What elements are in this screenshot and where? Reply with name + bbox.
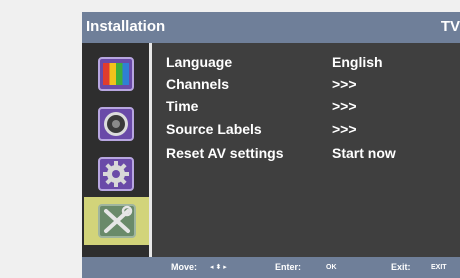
menu-item-value: English (332, 54, 383, 70)
menu-item-label: Channels (166, 76, 230, 92)
menu-item-label: Reset AV settings (166, 145, 284, 161)
menu-item-value: >>> (332, 121, 357, 137)
title-bar: Installation TV (82, 12, 460, 43)
menu-item-label: Language (166, 54, 233, 70)
enter-key-hint: OK (326, 264, 337, 271)
key-hint-bar: Move: ◂ ⬍ ▸ Enter: OK Exit: EXIT (82, 257, 460, 278)
category-sidebar (82, 43, 149, 257)
enter-hint-label: Enter: (275, 262, 302, 272)
sidebar-item-settings[interactable] (95, 155, 136, 192)
menu-item-source-labels[interactable]: Source Labels >>> (166, 118, 456, 140)
installation-tools-icon (97, 204, 136, 238)
sound-icon (97, 106, 134, 141)
source-indicator: TV (440, 18, 460, 35)
move-keys-hint: ◂ ⬍ ▸ (210, 264, 227, 271)
menu-item-label: Time (166, 98, 199, 114)
picture-icon (97, 56, 134, 91)
menu-item-language[interactable]: Language English (166, 51, 456, 73)
sidebar-item-sound[interactable] (95, 105, 136, 142)
menu-item-value: Start now (332, 145, 396, 161)
menu-item-value: >>> (332, 76, 357, 92)
exit-hint-label: Exit: (391, 262, 411, 272)
menu-item-value: >>> (332, 98, 357, 114)
menu-item-time[interactable]: Time >>> (166, 95, 456, 117)
sidebar-item-picture[interactable] (95, 55, 136, 92)
menu-item-reset-av-settings[interactable]: Reset AV settings Start now (166, 142, 456, 164)
menu-item-label: Source Labels (166, 121, 262, 137)
tv-osd-menu: Installation TV Language English Channel… (82, 12, 460, 278)
move-hint-label: Move: (171, 262, 198, 272)
menu-item-channels[interactable]: Channels >>> (166, 73, 456, 95)
exit-key-hint: EXIT (431, 264, 447, 271)
page-title: Installation (86, 18, 166, 35)
sidebar-item-installation[interactable] (84, 197, 149, 245)
settings-icon (97, 156, 134, 191)
sidebar-divider (149, 43, 152, 257)
